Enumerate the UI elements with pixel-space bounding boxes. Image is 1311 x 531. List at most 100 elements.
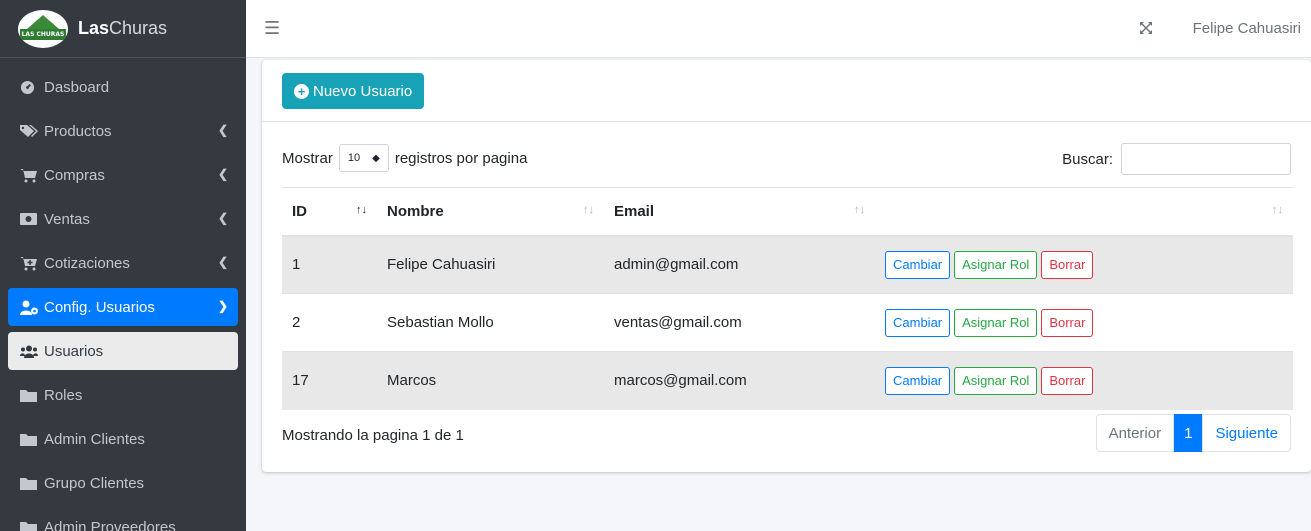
sidebar-item-ventas[interactable]: Ventas ❮	[8, 200, 238, 238]
users-table: ID ↑↓ Nombre ↑↓ Email ↑↓ ↑↓ 1 Felipe Cahuas…	[282, 187, 1293, 410]
sidebar-item-productos[interactable]: Productos ❮	[8, 112, 238, 150]
delete-button[interactable]: Borrar	[1041, 366, 1094, 395]
chevron-left-icon: ❮	[217, 211, 228, 225]
table-row: 1 Felipe Cahuasiri admin@gmail.com Cambi…	[282, 235, 1293, 294]
brand-name: LasChuras	[78, 18, 168, 38]
sidebar-item-label: Usuarios	[44, 342, 104, 360]
column-header-id[interactable]: ID ↑↓	[282, 187, 377, 237]
sidebar-item-dashboard[interactable]: Dasboard	[8, 68, 238, 106]
brand-link[interactable]: LAS CHURAS LasChuras	[0, 0, 246, 58]
cell-id: 1	[282, 235, 377, 294]
edit-button[interactable]: Cambiar	[885, 366, 951, 395]
user-cog-icon	[20, 300, 40, 315]
column-header-actions[interactable]: ↑↓	[875, 187, 1293, 237]
table-row: 2 Sebastian Mollo ventas@gmail.com Cambi…	[282, 293, 1293, 352]
sidebar-item-usuarios[interactable]: Usuarios	[8, 332, 238, 370]
sidebar-item-cotizaciones[interactable]: Cotizaciones ❮	[8, 244, 238, 282]
show-label: Mostrar	[282, 149, 333, 167]
sidebar-item-label: Roles	[44, 386, 83, 404]
page-1-button[interactable]: 1	[1174, 414, 1203, 452]
cart-plus-icon	[20, 256, 40, 271]
sidebar-item-label: Cotizaciones	[44, 254, 130, 272]
sidebar-item-label: Compras	[44, 166, 105, 184]
sidebar-item-label: Ventas	[44, 210, 90, 228]
cell-email: admin@gmail.com	[604, 235, 875, 294]
cell-email: ventas@gmail.com	[604, 293, 875, 352]
menu-toggle-icon[interactable]: ☰	[264, 18, 280, 39]
sidebar-item-compras[interactable]: Compras ❮	[8, 156, 238, 194]
sidebar-item-label: Dasboard	[44, 78, 110, 96]
top-navbar: ☰ Felipe Cahuasiri	[246, 0, 1311, 58]
cart-icon	[20, 168, 40, 183]
new-user-label: Nuevo Usuario	[313, 82, 413, 100]
chevron-left-icon: ❮	[217, 123, 228, 137]
delete-button[interactable]: Borrar	[1041, 250, 1094, 279]
cell-actions: Cambiar Asignar Rol Borrar	[875, 351, 1293, 410]
sidebar-item-label: Config. Usuarios	[44, 298, 155, 316]
cell-email: marcos@gmail.com	[604, 351, 875, 410]
search-label: Buscar:	[1062, 150, 1113, 168]
assign-role-button[interactable]: Asignar Rol	[954, 250, 1038, 279]
chevron-left-icon: ❮	[217, 255, 228, 269]
user-menu[interactable]: Felipe Cahuasiri	[1193, 20, 1301, 37]
cell-id: 2	[282, 293, 377, 352]
edit-button[interactable]: Cambiar	[885, 250, 951, 279]
fullscreen-icon[interactable]	[1139, 20, 1153, 39]
previous-page-button[interactable]: Anterior	[1095, 414, 1175, 452]
folder-icon	[20, 389, 40, 402]
table-row: 17 Marcos marcos@gmail.com Cambiar Asign…	[282, 351, 1293, 410]
chevron-left-icon: ❮	[217, 167, 228, 181]
folder-icon	[20, 477, 40, 490]
assign-role-button[interactable]: Asignar Rol	[954, 366, 1038, 395]
cell-name: Felipe Cahuasiri	[377, 235, 604, 294]
page-length-control: Mostrar 10 ◆ registros por pagina	[282, 144, 527, 172]
page-size-select[interactable]: 10 ◆	[338, 144, 389, 172]
sort-icon: ↑↓	[854, 204, 865, 216]
sidebar-item-label: Admin Clientes	[44, 430, 145, 448]
dashboard-icon	[20, 80, 40, 95]
sidebar-item-config-usuarios[interactable]: Config. Usuarios ❯	[8, 288, 238, 326]
sidebar-item-label: Grupo Clientes	[44, 474, 145, 492]
search-control: Buscar:	[1062, 143, 1291, 175]
sidebar-nav: Dasboard Productos ❮ Compras ❮ Ventas ❮	[0, 58, 246, 531]
money-icon	[20, 213, 40, 225]
sidebar-item-roles[interactable]: Roles	[8, 376, 238, 414]
sort-asc-icon: ↑↓	[356, 204, 367, 216]
cell-name: Marcos	[377, 351, 604, 410]
edit-button[interactable]: Cambiar	[885, 308, 951, 337]
column-header-nombre[interactable]: Nombre ↑↓	[377, 187, 604, 237]
card-header: + Nuevo Usuario	[262, 60, 1311, 122]
users-card: + Nuevo Usuario Mostrar 10 ◆ registros p…	[262, 60, 1311, 472]
delete-button[interactable]: Borrar	[1041, 308, 1094, 337]
per-page-label: registros por pagina	[394, 149, 528, 167]
sidebar-item-grupo-clientes[interactable]: Grupo Clientes	[8, 464, 238, 502]
sidebar-item-admin-clientes[interactable]: Admin Clientes	[8, 420, 238, 458]
next-page-button[interactable]: Siguiente	[1202, 414, 1291, 452]
tags-icon	[20, 124, 40, 138]
sidebar-item-label: Admin Proveedores	[44, 518, 176, 531]
table-info: Mostrando la pagina 1 de 1	[282, 427, 464, 444]
select-arrows-icon: ◆	[372, 152, 380, 164]
sort-icon: ↑↓	[583, 204, 594, 216]
sidebar-item-admin-proveedores[interactable]: Admin Proveedores	[8, 508, 238, 531]
column-header-email[interactable]: Email ↑↓	[604, 187, 875, 237]
brand-logo: LAS CHURAS	[18, 9, 68, 48]
cell-name: Sebastian Mollo	[377, 293, 604, 352]
sidebar-item-label: Productos	[44, 122, 112, 140]
sidebar: LAS CHURAS LasChuras Dasboard Productos …	[0, 0, 246, 531]
search-input[interactable]	[1121, 143, 1291, 175]
table-header-row: ID ↑↓ Nombre ↑↓ Email ↑↓ ↑↓	[282, 187, 1293, 237]
page-size-value: 10	[347, 152, 361, 164]
cell-id: 17	[282, 351, 377, 410]
cell-actions: Cambiar Asignar Rol Borrar	[875, 235, 1293, 294]
sort-icon: ↑↓	[1272, 204, 1283, 216]
assign-role-button[interactable]: Asignar Rol	[954, 308, 1038, 337]
plus-circle-icon: +	[294, 83, 309, 99]
new-user-button[interactable]: + Nuevo Usuario	[282, 73, 425, 109]
folder-icon	[20, 433, 40, 446]
pagination: Anterior 1 Siguiente	[1095, 414, 1291, 452]
folder-icon	[20, 521, 40, 531]
cell-actions: Cambiar Asignar Rol Borrar	[875, 293, 1293, 352]
chevron-down-icon: ❯	[217, 299, 228, 313]
users-icon	[20, 345, 40, 358]
